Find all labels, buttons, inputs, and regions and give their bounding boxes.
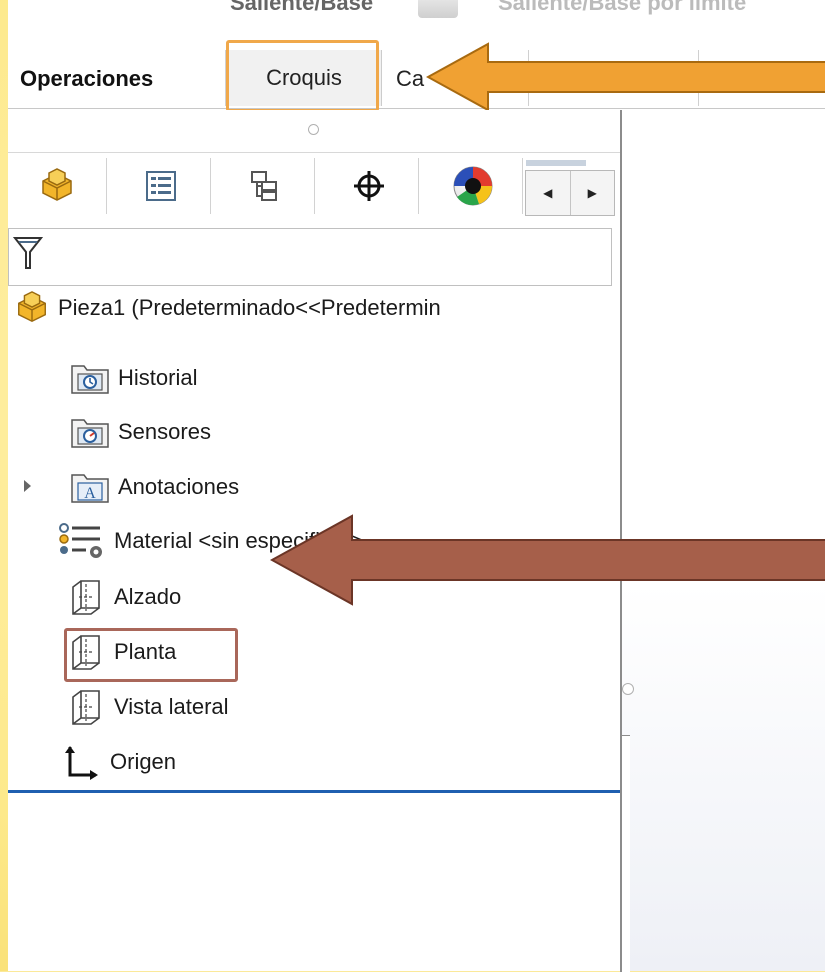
sensor-folder-icon [70, 414, 110, 450]
tree-item-label: Origen [110, 749, 177, 774]
part-icon[interactable] [8, 158, 107, 214]
tree-item-label: Anotaciones [118, 474, 240, 499]
saliente-base-limite-button[interactable]: Saliente/Base por límite [498, 0, 746, 16]
expand-arrow-icon[interactable] [24, 480, 31, 492]
saliente-base-button[interactable]: Saliente/Base [230, 0, 373, 16]
tree-item-vista-lateral[interactable]: Vista lateral [66, 687, 229, 727]
scroll-left-icon[interactable]: ◀ [526, 171, 570, 215]
tree-item-sensores[interactable]: Sensores [70, 412, 211, 452]
tree-root-label: Pieza1 (Predeterminado<<Predetermin [58, 295, 441, 320]
plane-icon [66, 579, 106, 615]
filter-icon [13, 237, 43, 269]
tree-item-label: Alzado [114, 584, 182, 609]
solidworks-window: Saliente/Base Saliente/Base por límite O… [8, 0, 825, 972]
tree-item-historial[interactable]: Historial [70, 358, 197, 398]
tree-end-separator [8, 790, 620, 793]
tree-item-anotaciones[interactable]: A Anotaciones [70, 467, 239, 507]
brown-pointer-arrow [270, 514, 825, 606]
saliente-limite-icon [418, 0, 458, 18]
command-toolbar-partial: Saliente/Base Saliente/Base por límite [8, 0, 825, 28]
splitter-grip[interactable] [622, 683, 634, 695]
tab-croquis[interactable]: Croquis [226, 50, 382, 106]
property-list-icon[interactable] [112, 158, 211, 214]
svg-text:A: A [84, 485, 96, 502]
tree-item-label: Vista lateral [114, 694, 229, 719]
tab-operaciones[interactable]: Operaciones [20, 54, 153, 104]
panel-resize-grip[interactable] [308, 124, 319, 135]
plane-icon [66, 689, 106, 725]
annotations-folder-icon: A [70, 469, 110, 505]
graphics-area-lower [620, 735, 630, 972]
tree-item-label: Sensores [118, 419, 211, 444]
origin-icon [62, 744, 102, 780]
tree-item-label: Planta [114, 639, 177, 664]
tree-item-alzado[interactable]: Alzado [66, 577, 181, 617]
divider [8, 152, 620, 153]
configuration-icon[interactable] [216, 158, 315, 214]
tree-item-planta[interactable]: Planta [66, 632, 176, 672]
tree-item-label: Historial [118, 365, 198, 390]
orange-pointer-arrow [426, 42, 825, 112]
tab-scroll-control[interactable]: ◀ ▶ [525, 170, 615, 216]
history-folder-icon [70, 360, 110, 396]
tree-filter-input[interactable] [8, 228, 612, 286]
part-icon [12, 290, 52, 326]
plane-icon [66, 634, 106, 670]
tree-root-part[interactable]: Pieza1 (Predeterminado<<Predetermin [12, 288, 441, 328]
material-icon [56, 523, 106, 559]
tree-item-origen[interactable]: Origen [62, 742, 176, 782]
scroll-right-icon[interactable]: ▶ [569, 171, 615, 215]
crosshair-icon[interactable] [320, 158, 419, 214]
appearance-sphere-icon[interactable] [424, 158, 523, 214]
manager-tabs: ◀ ▶ [8, 154, 620, 218]
